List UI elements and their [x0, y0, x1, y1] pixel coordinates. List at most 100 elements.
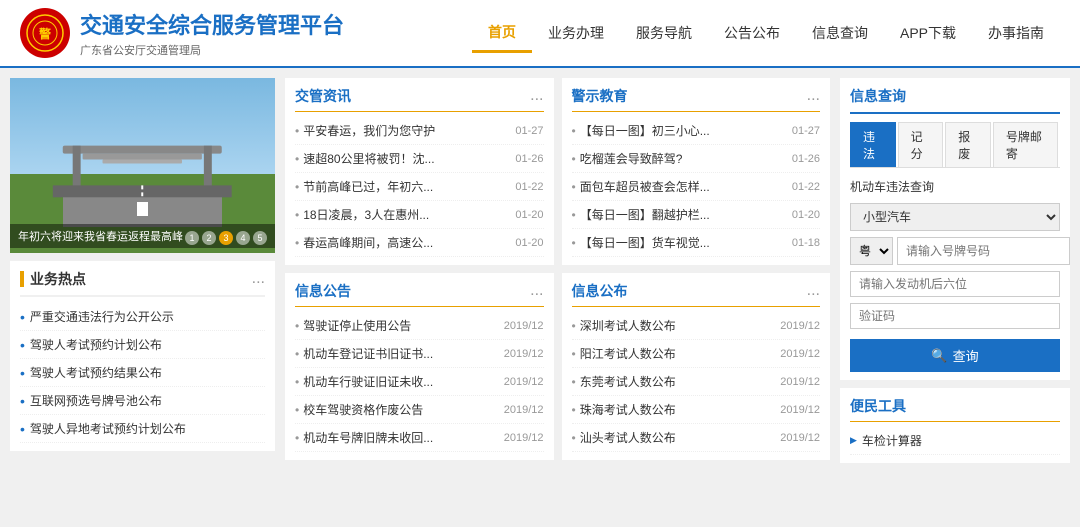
convenient-tools-title[interactable]: 便民工具	[850, 396, 906, 416]
traffic-news-title-4: 18日凌晨，3人在惠州...	[295, 206, 429, 223]
tab-points[interactable]: 记分	[898, 122, 944, 167]
query-btn-label: 查询	[953, 346, 979, 365]
nav-announcement[interactable]: 公告公布	[708, 15, 796, 51]
info-bulletin-title-5: 汕头考试人数公布	[572, 429, 676, 446]
business-hot-more[interactable]: ...	[252, 270, 265, 288]
info-notice-item-5[interactable]: 机动车号牌旧牌未收回... 2019/12	[295, 424, 544, 452]
info-bulletin-item-5[interactable]: 汕头考试人数公布 2019/12	[572, 424, 821, 452]
warning-edu-item-1[interactable]: 【每日一图】初三小心... 01-27	[572, 117, 821, 145]
banner-dot-2[interactable]: 2	[202, 231, 216, 245]
info-notice-date-5: 2019/12	[504, 432, 544, 444]
traffic-news-date-1: 01-27	[515, 125, 543, 137]
query-submit-button[interactable]: 🔍 查询	[850, 339, 1060, 372]
warning-edu-list: 【每日一图】初三小心... 01-27 吃榴莲会导致醉驾? 01-26 面包车超…	[572, 117, 821, 257]
right-column: 信息查询 违法 记分 报废 号牌邮寄 机动车违法查询 小型汽车 粤	[840, 78, 1070, 463]
traffic-news-title-3: 节前高峰已过，年初六...	[295, 178, 433, 195]
info-bulletin-more[interactable]: ...	[807, 282, 820, 300]
info-bulletin-item-1[interactable]: 深圳考试人数公布 2019/12	[572, 312, 821, 340]
info-notice-item-2[interactable]: 机动车登记证书旧证书... 2019/12	[295, 340, 544, 368]
biz-item-1[interactable]: 严重交通违法行为公开公示	[20, 303, 265, 331]
nav-home[interactable]: 首页	[472, 14, 532, 53]
info-bulletin-item-3[interactable]: 东莞考试人数公布 2019/12	[572, 368, 821, 396]
tab-scrap[interactable]: 报废	[945, 122, 991, 167]
banner-dot-1[interactable]: 1	[185, 231, 199, 245]
info-notice-item-1[interactable]: 驾驶证停止使用公告 2019/12	[295, 312, 544, 340]
traffic-news-date-2: 01-26	[515, 153, 543, 165]
banner-dot-3[interactable]: 3	[219, 231, 233, 245]
traffic-news-item-3[interactable]: 节前高峰已过，年初六... 01-22	[295, 173, 544, 201]
captcha-input[interactable]	[850, 303, 1060, 329]
info-notice-date-2: 2019/12	[504, 348, 544, 360]
nav-service[interactable]: 服务导航	[620, 15, 708, 51]
warning-edu-title-3: 面包车超员被查会怎样...	[572, 178, 710, 195]
warning-edu-item-5[interactable]: 【每日一图】货车视觉... 01-18	[572, 229, 821, 257]
warning-edu-item-3[interactable]: 面包车超员被查会怎样... 01-22	[572, 173, 821, 201]
traffic-news-date-3: 01-22	[515, 181, 543, 193]
traffic-news-title[interactable]: 交管资讯	[295, 86, 351, 106]
biz-item-2[interactable]: 驾驶人考试预约计划公布	[20, 331, 265, 359]
traffic-news-item-1[interactable]: 平安春运，我们为您守护 01-27	[295, 117, 544, 145]
business-hot-list: 严重交通违法行为公开公示 驾驶人考试预约计划公布 驾驶人考试预约结果公布 互联网…	[20, 303, 265, 443]
title-bar-icon	[20, 271, 24, 287]
business-hot-title-row: 业务热点	[20, 269, 86, 289]
header-title-block: 交通安全综合服务管理平台 广东省公安厅交通管理局	[80, 8, 344, 58]
traffic-news-item-2[interactable]: 速超80公里将被罚！沈... 01-26	[295, 145, 544, 173]
warning-edu-title-2: 吃榴莲会导致醉驾?	[572, 150, 683, 167]
traffic-news-item-4[interactable]: 18日凌晨，3人在惠州... 01-20	[295, 201, 544, 229]
biz-item-4[interactable]: 互联网预选号牌号池公布	[20, 387, 265, 415]
banner-dot-4[interactable]: 4	[236, 231, 250, 245]
info-bulletin-date-3: 2019/12	[780, 376, 820, 388]
info-notice-item-3[interactable]: 机动车行驶证旧证未收... 2019/12	[295, 368, 544, 396]
info-bulletin-title-3: 东莞考试人数公布	[572, 373, 676, 390]
info-bulletin-title[interactable]: 信息公布	[572, 281, 628, 301]
tool-item-1[interactable]: 车检计算器	[850, 427, 1060, 455]
nav-info[interactable]: 信息查询	[796, 15, 884, 51]
traffic-news-title-5: 春运高峰期间，高速公...	[295, 234, 433, 251]
info-bulletin-date-4: 2019/12	[780, 404, 820, 416]
info-notice-date-4: 2019/12	[504, 404, 544, 416]
left-column: 年初六将迎来我省春运返程最高峰 1 2 3 4 5 业务热点 ... 严重交通违…	[10, 78, 275, 463]
traffic-news-item-5[interactable]: 春运高峰期间，高速公... 01-20	[295, 229, 544, 257]
traffic-news-date-4: 01-20	[515, 209, 543, 221]
tab-violation[interactable]: 违法	[850, 122, 896, 167]
warning-edu-date-1: 01-27	[792, 125, 820, 137]
info-notice-item-4[interactable]: 校车驾驶资格作废公告 2019/12	[295, 396, 544, 424]
traffic-news-list: 平安春运，我们为您守护 01-27 速超80公里将被罚！沈... 01-26 节…	[295, 117, 544, 257]
convenient-tools-section: 便民工具 车检计算器	[840, 388, 1070, 463]
vehicle-type-select[interactable]: 小型汽车	[850, 203, 1060, 231]
main-nav: 首页 业务办理 服务导航 公告公布 信息查询 APP下载 办事指南	[472, 14, 1060, 53]
info-bulletin-item-2[interactable]: 阳江考试人数公布 2019/12	[572, 340, 821, 368]
warning-edu-title-4: 【每日一图】翻越护栏...	[572, 206, 710, 223]
plate-number-input[interactable]	[897, 237, 1070, 265]
warning-edu-item-4[interactable]: 【每日一图】翻越护栏... 01-20	[572, 201, 821, 229]
tab-plate-mail[interactable]: 号牌邮寄	[993, 122, 1058, 167]
emblem-icon: 警	[25, 13, 65, 53]
mid-top-row: 交管资讯 ... 平安春运，我们为您守护 01-27 速超80公里将被罚！沈..…	[285, 78, 830, 265]
nav-business[interactable]: 业务办理	[532, 15, 620, 51]
warning-edu-item-2[interactable]: 吃榴莲会导致醉驾? 01-26	[572, 145, 821, 173]
biz-item-5[interactable]: 驾驶人异地考试预约计划公布	[20, 415, 265, 443]
nav-app[interactable]: APP下载	[884, 15, 972, 51]
header-logo: 警 交通安全综合服务管理平台 广东省公安厅交通管理局	[20, 8, 344, 58]
info-bulletin-item-4[interactable]: 珠海考试人数公布 2019/12	[572, 396, 821, 424]
site-subtitle: 广东省公安厅交通管理局	[80, 42, 344, 58]
info-bulletin-title-1: 深圳考试人数公布	[572, 317, 676, 334]
warning-edu-title[interactable]: 警示教育	[572, 86, 628, 106]
biz-item-3[interactable]: 驾驶人考试预约结果公布	[20, 359, 265, 387]
business-hot-header: 业务热点 ...	[20, 269, 265, 297]
banner-dot-5[interactable]: 5	[253, 231, 267, 245]
plate-prefix-select[interactable]: 粤	[850, 237, 893, 265]
info-bulletin-date-5: 2019/12	[780, 432, 820, 444]
nav-guide[interactable]: 办事指南	[972, 15, 1060, 51]
warning-edu-date-4: 01-20	[792, 209, 820, 221]
info-notice-more[interactable]: ...	[530, 282, 543, 300]
query-tabs: 违法 记分 报废 号牌邮寄	[850, 122, 1060, 168]
info-notice-section: 信息公告 ... 驾驶证停止使用公告 2019/12 机动车登记证书旧证书...…	[285, 273, 554, 460]
info-notice-title-4: 校车驾驶资格作废公告	[295, 401, 423, 418]
warning-edu-more[interactable]: ...	[807, 87, 820, 105]
main-content: 年初六将迎来我省春运返程最高峰 1 2 3 4 5 业务热点 ... 严重交通违…	[0, 68, 1080, 473]
traffic-news-more[interactable]: ...	[530, 87, 543, 105]
info-notice-title-3: 机动车行驶证旧证未收...	[295, 373, 433, 390]
info-notice-title[interactable]: 信息公告	[295, 281, 351, 301]
engine-number-input[interactable]	[850, 271, 1060, 297]
